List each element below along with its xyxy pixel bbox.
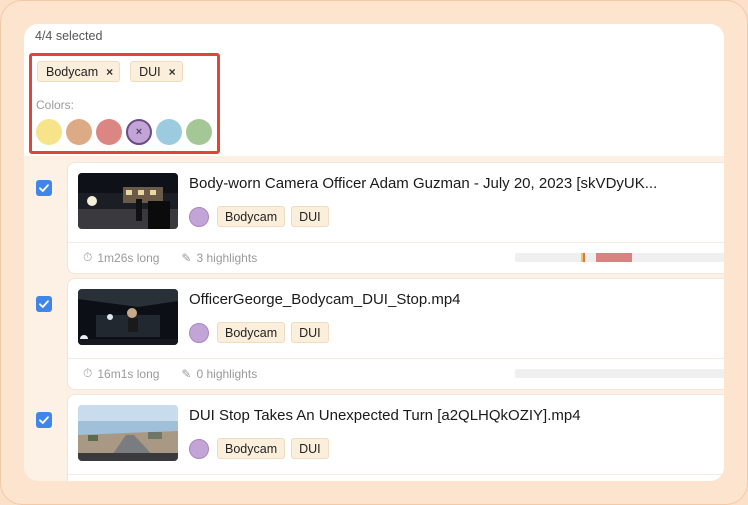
video-tag[interactable]: DUI xyxy=(291,206,329,227)
selection-header: 4/4 selected Bodycam × DUI × Colors: × xyxy=(24,24,724,156)
video-row: OfficerGeorge_Bodycam_DUI_Stop.mp4 Bodyca… xyxy=(24,278,724,390)
remove-tag-icon[interactable]: × xyxy=(106,65,113,79)
color-swatch-yellow[interactable] xyxy=(36,119,62,145)
duration: ⏱ 1m26s long xyxy=(83,250,159,265)
color-swatch-tan[interactable] xyxy=(66,119,92,145)
selected-count: 4/4 selected xyxy=(35,29,103,43)
duration-text: 16m1s long xyxy=(97,366,160,381)
highlight-timeline[interactable] xyxy=(515,369,724,378)
filter-tag-dui: DUI × xyxy=(130,61,183,82)
color-swatch-green[interactable] xyxy=(186,119,212,145)
video-tag[interactable]: Bodycam xyxy=(217,322,286,343)
highlighter-icon: ✎ xyxy=(181,250,192,265)
video-tags: Bodycam DUI xyxy=(189,438,329,459)
video-tags: Bodycam DUI xyxy=(189,206,329,227)
video-card[interactable]: OfficerGeorge_Bodycam_DUI_Stop.mp4 Bodyca… xyxy=(67,278,724,390)
color-swatch-purple[interactable]: × xyxy=(126,119,152,145)
video-thumbnail[interactable] xyxy=(78,405,178,461)
color-dot[interactable] xyxy=(189,206,209,227)
video-tag[interactable]: Bodycam xyxy=(217,438,286,459)
duration-text: 1m26s long xyxy=(97,250,160,265)
video-tag[interactable]: DUI xyxy=(291,322,329,343)
highlights: ✎ 3 highlights xyxy=(181,250,257,265)
row-checkbox[interactable] xyxy=(36,412,52,428)
highlights-text: 3 highlights xyxy=(196,250,258,265)
video-title[interactable]: OfficerGeorge_Bodycam_DUI_Stop.mp4 xyxy=(189,291,461,308)
video-tag[interactable]: DUI xyxy=(291,438,329,459)
video-thumbnail[interactable] xyxy=(78,173,178,229)
video-meta: ⏱ 1m26s long ✎ 3 highlights xyxy=(83,250,257,265)
highlights: ✎ 0 highlights xyxy=(181,366,257,381)
checkmark-icon xyxy=(39,184,49,192)
stopwatch-icon: ⏱ xyxy=(83,250,93,264)
filter-tag-label: Bodycam xyxy=(46,64,99,79)
color-dot[interactable] xyxy=(189,438,209,459)
highlight-timeline[interactable] xyxy=(515,253,724,262)
video-row: Body-worn Camera Officer Adam Guzman - J… xyxy=(24,162,724,274)
video-title[interactable]: Body-worn Camera Officer Adam Guzman - J… xyxy=(189,175,657,192)
filter-tags: Bodycam × DUI × xyxy=(37,61,183,82)
card-divider xyxy=(68,358,724,359)
colors-label: Colors: xyxy=(36,98,75,112)
color-swatch-blue[interactable] xyxy=(156,119,182,145)
card-divider xyxy=(68,474,724,475)
color-swatches: × xyxy=(36,119,212,145)
video-thumbnail[interactable] xyxy=(78,289,178,345)
checkmark-icon xyxy=(39,416,49,424)
video-card[interactable]: Body-worn Camera Officer Adam Guzman - J… xyxy=(67,162,724,274)
highlight-segment[interactable] xyxy=(583,253,586,262)
video-tag[interactable]: Bodycam xyxy=(217,206,286,227)
highlighter-icon: ✎ xyxy=(181,366,192,381)
clear-color-icon: × xyxy=(135,126,143,138)
color-swatch-red[interactable] xyxy=(96,119,122,145)
duration: ⏱ 16m1s long xyxy=(83,366,159,381)
video-card[interactable]: DUI Stop Takes An Unexpected Turn [a2QLH… xyxy=(67,394,724,481)
filter-tag-bodycam: Bodycam × xyxy=(37,61,121,82)
video-list-panel: 4/4 selected Bodycam × DUI × Colors: × B… xyxy=(24,24,724,481)
row-checkbox[interactable] xyxy=(36,296,52,312)
checkmark-icon xyxy=(39,300,49,308)
tag-filter-box: Bodycam × DUI × Colors: × xyxy=(29,53,220,154)
video-meta: ⏱ 16m1s long ✎ 0 highlights xyxy=(83,366,257,381)
filter-tag-label: DUI xyxy=(139,64,161,79)
remove-tag-icon[interactable]: × xyxy=(169,65,176,79)
video-tags: Bodycam DUI xyxy=(189,322,329,343)
row-checkbox[interactable] xyxy=(36,180,52,196)
video-title[interactable]: DUI Stop Takes An Unexpected Turn [a2QLH… xyxy=(189,407,581,424)
highlight-segment[interactable] xyxy=(596,253,633,262)
highlights-text: 0 highlights xyxy=(196,366,258,381)
stopwatch-icon: ⏱ xyxy=(83,366,93,380)
video-row: DUI Stop Takes An Unexpected Turn [a2QLH… xyxy=(24,394,724,481)
card-divider xyxy=(68,242,724,243)
color-dot[interactable] xyxy=(189,322,209,343)
